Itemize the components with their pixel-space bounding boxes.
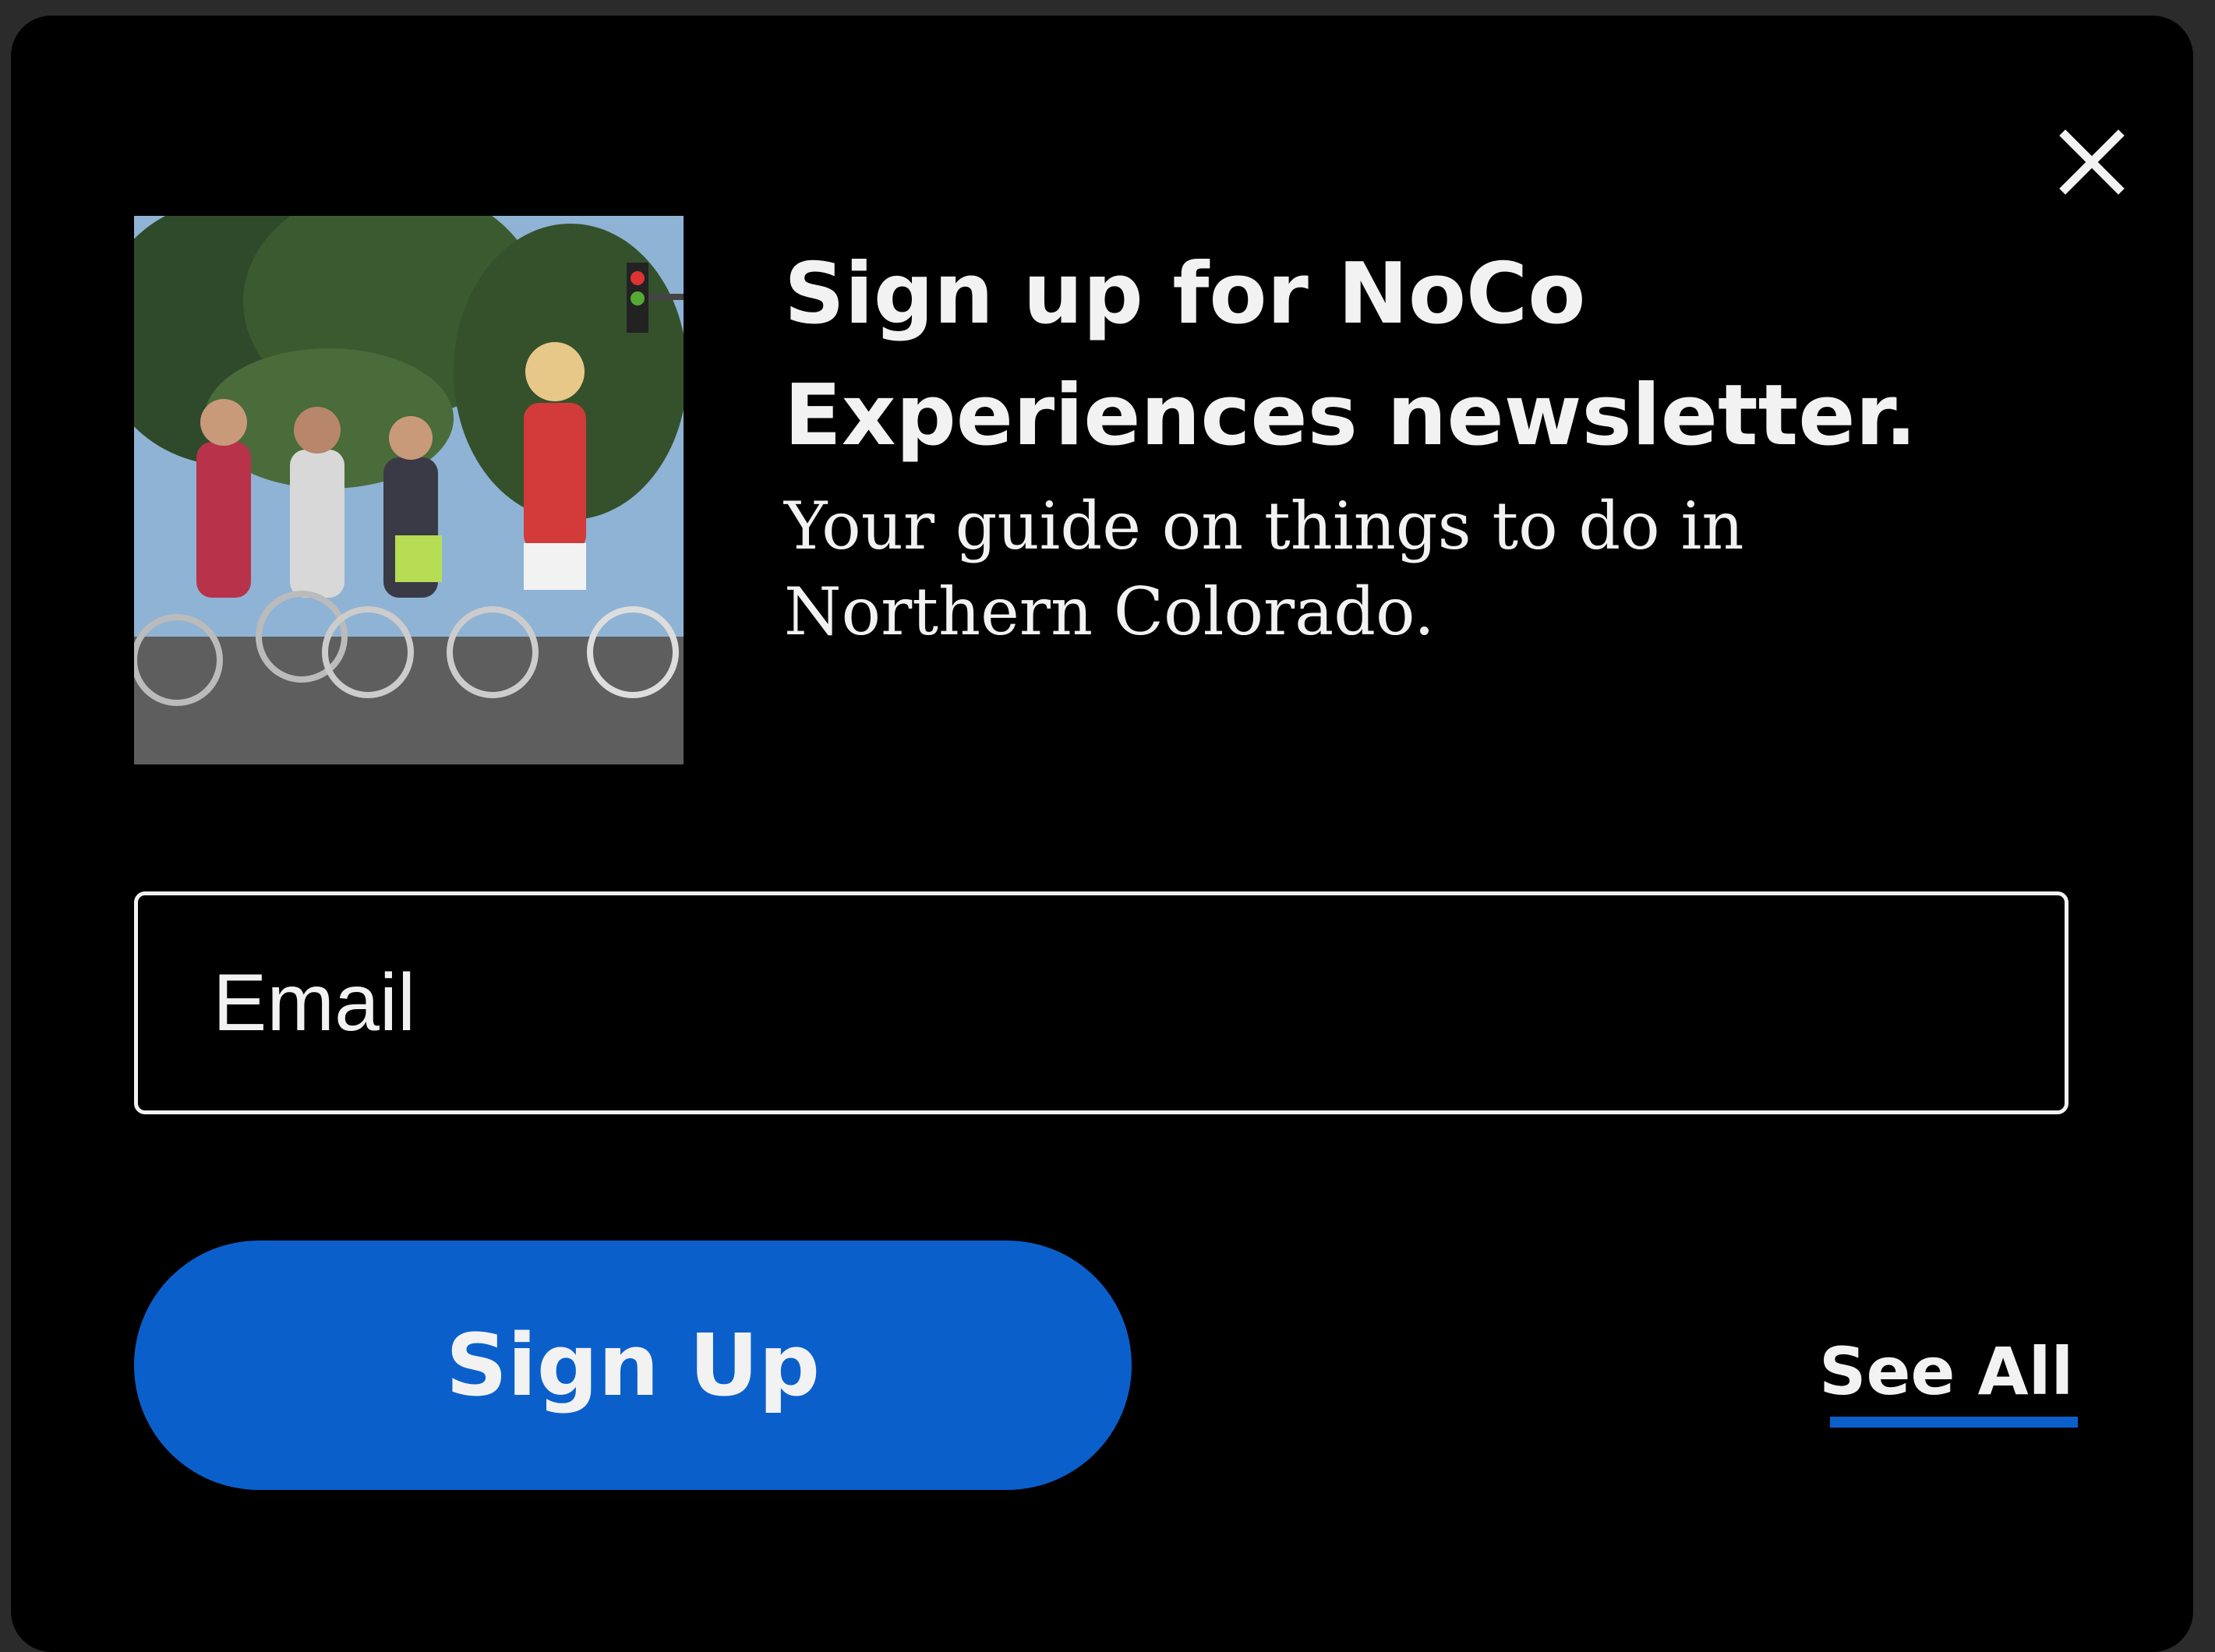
close-icon — [2059, 129, 2125, 195]
sign-up-button[interactable]: Sign Up — [134, 1241, 1132, 1490]
email-field[interactable] — [134, 891, 2068, 1114]
newsletter-signup-modal: Sign up for NoCo Experiences newsletter.… — [11, 16, 2193, 1652]
newsletter-title: Sign up for NoCo Experiences newsletter. — [784, 245, 1917, 464]
close-button[interactable] — [2053, 123, 2131, 201]
see-all-link[interactable]: See All — [1819, 1333, 2073, 1410]
newsletter-thumbnail — [134, 216, 684, 764]
newsletter-subtitle: Your guide on things to do in Northern C… — [784, 488, 1744, 650]
see-all-underline — [1830, 1417, 2078, 1428]
